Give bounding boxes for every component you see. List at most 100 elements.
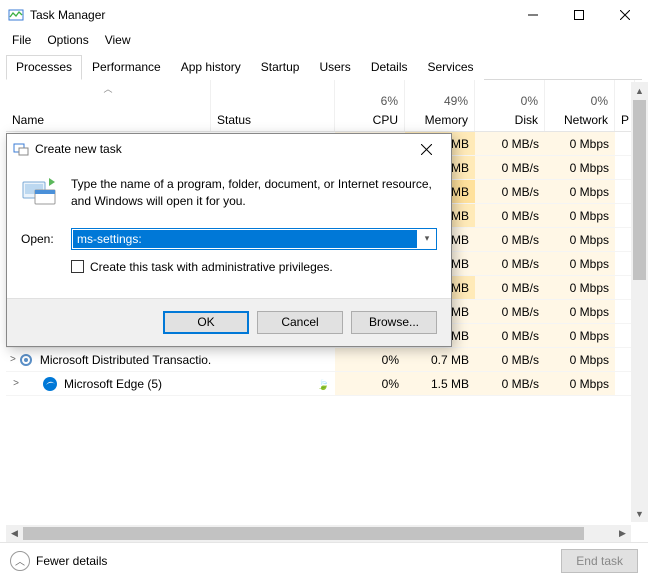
col-status[interactable]: Status — [211, 80, 335, 131]
tab-performance[interactable]: Performance — [82, 55, 171, 80]
window-titlebar: Task Manager — [0, 0, 648, 30]
tab-services[interactable]: Services — [418, 55, 484, 80]
tab-processes[interactable]: Processes — [6, 55, 82, 80]
chevron-up-icon: ︿ — [10, 551, 30, 571]
network-pct: 0% — [591, 94, 608, 108]
cell-disk: 0 MB/s — [475, 132, 545, 155]
tab-app-history[interactable]: App history — [171, 55, 251, 80]
maximize-button[interactable] — [556, 0, 602, 30]
cell-disk: 0 MB/s — [475, 348, 545, 371]
end-task-button[interactable]: End task — [561, 549, 638, 573]
dialog-titlebar: Create new task — [7, 134, 451, 164]
cell-network: 0 Mbps — [545, 324, 615, 347]
process-icon — [42, 376, 58, 392]
fewer-details-button[interactable]: ︿ Fewer details — [10, 551, 107, 571]
vertical-scrollbar[interactable]: ▲ ▼ — [631, 82, 648, 522]
cell-disk: 0 MB/s — [475, 252, 545, 275]
open-label: Open: — [21, 232, 61, 246]
cell-memory: 1.5 MB — [405, 372, 475, 395]
cell-disk: 0 MB/s — [475, 180, 545, 203]
admin-checkbox-row[interactable]: Create this task with administrative pri… — [71, 260, 437, 274]
tab-users[interactable]: Users — [309, 55, 360, 80]
ok-button[interactable]: OK — [163, 311, 249, 334]
create-task-dialog: Create new task Type the name of a progr… — [6, 133, 452, 347]
col-name[interactable]: ︿ Name — [6, 80, 211, 131]
open-input[interactable] — [73, 230, 417, 248]
menu-file[interactable]: File — [4, 31, 39, 49]
dialog-close-button[interactable] — [407, 136, 445, 162]
open-combobox[interactable]: ▾ — [71, 228, 437, 250]
cell-network: 0 Mbps — [545, 204, 615, 227]
cell-network: 0 Mbps — [545, 348, 615, 371]
scroll-right-icon[interactable]: ▶ — [614, 528, 631, 539]
process-icon — [18, 352, 34, 368]
cell-network: 0 Mbps — [545, 132, 615, 155]
cell-memory: 0.7 MB — [405, 348, 475, 371]
table-row[interactable]: > Microsoft Edge (5) 🍃 0%1.5 MB0 MB/s0 Mbps — [6, 372, 642, 396]
fewer-details-label: Fewer details — [36, 554, 107, 568]
tab-startup[interactable]: Startup — [251, 55, 310, 80]
dialog-title: Create new task — [35, 142, 407, 156]
cancel-button[interactable]: Cancel — [257, 311, 343, 334]
cell-cpu: 0% — [335, 348, 405, 371]
expand-icon[interactable]: > — [10, 378, 22, 389]
disk-pct: 0% — [521, 94, 538, 108]
window-title: Task Manager — [30, 8, 510, 22]
browse-button[interactable]: Browse... — [351, 311, 437, 334]
col-cpu-label: CPU — [373, 113, 398, 127]
menu-options[interactable]: Options — [39, 31, 96, 49]
col-disk[interactable]: 0% Disk — [475, 80, 545, 131]
col-disk-label: Disk — [515, 113, 538, 127]
tab-details[interactable]: Details — [361, 55, 418, 80]
process-name: Microsoft Distributed Transactio... — [40, 353, 211, 367]
admin-label: Create this task with administrative pri… — [90, 260, 333, 274]
memory-pct: 49% — [444, 94, 468, 108]
menu-view[interactable]: View — [97, 31, 139, 49]
scroll-up-icon[interactable]: ▲ — [631, 82, 648, 99]
cell-network: 0 Mbps — [545, 276, 615, 299]
tab-strip: Processes Performance App history Startu… — [6, 54, 642, 80]
cell-disk: 0 MB/s — [475, 372, 545, 395]
cell-disk: 0 MB/s — [475, 300, 545, 323]
cell-disk: 0 MB/s — [475, 324, 545, 347]
cell-disk: 0 MB/s — [475, 204, 545, 227]
task-manager-icon — [8, 7, 24, 23]
scroll-left-icon[interactable]: ◀ — [6, 528, 23, 539]
cell-disk: 0 MB/s — [475, 156, 545, 179]
horizontal-scrollbar[interactable]: ◀ ▶ — [6, 525, 631, 542]
col-memory[interactable]: 49% Memory — [405, 80, 475, 131]
cell-network: 0 Mbps — [545, 252, 615, 275]
admin-checkbox[interactable] — [71, 260, 84, 273]
expand-icon[interactable]: > — [10, 354, 16, 365]
cpu-pct: 6% — [381, 94, 398, 108]
cell-disk: 0 MB/s — [475, 276, 545, 299]
chevron-down-icon[interactable]: ▾ — [418, 233, 436, 244]
scroll-thumb-v[interactable] — [633, 100, 646, 280]
close-icon — [421, 144, 432, 155]
process-name: Microsoft Edge (5) — [64, 377, 162, 391]
col-name-label: Name — [12, 113, 204, 127]
table-row[interactable]: > Microsoft Distributed Transactio... 0%0.… — [6, 348, 642, 372]
dialog-description: Type the name of a program, folder, docu… — [71, 176, 437, 210]
col-memory-label: Memory — [425, 113, 468, 127]
col-status-label: Status — [217, 113, 328, 127]
cell-cpu: 0% — [335, 372, 405, 395]
scroll-thumb-h[interactable] — [23, 527, 584, 540]
cell-network: 0 Mbps — [545, 372, 615, 395]
cell-network: 0 Mbps — [545, 228, 615, 251]
cell-network: 0 Mbps — [545, 180, 615, 203]
footer: ︿ Fewer details End task — [0, 542, 648, 578]
scroll-down-icon[interactable]: ▼ — [631, 505, 648, 522]
col-cpu[interactable]: 6% CPU — [335, 80, 405, 131]
cell-disk: 0 MB/s — [475, 228, 545, 251]
leaf-icon: 🍃 — [317, 380, 325, 388]
cell-network: 0 Mbps — [545, 300, 615, 323]
run-program-icon — [21, 176, 59, 208]
minimize-button[interactable] — [510, 0, 556, 30]
cell-network: 0 Mbps — [545, 156, 615, 179]
col-network-label: Network — [564, 113, 608, 127]
col-network[interactable]: 0% Network — [545, 80, 615, 131]
sort-indicator-icon: ︿ — [103, 82, 112, 95]
run-dialog-icon — [13, 141, 29, 157]
close-button[interactable] — [602, 0, 648, 30]
